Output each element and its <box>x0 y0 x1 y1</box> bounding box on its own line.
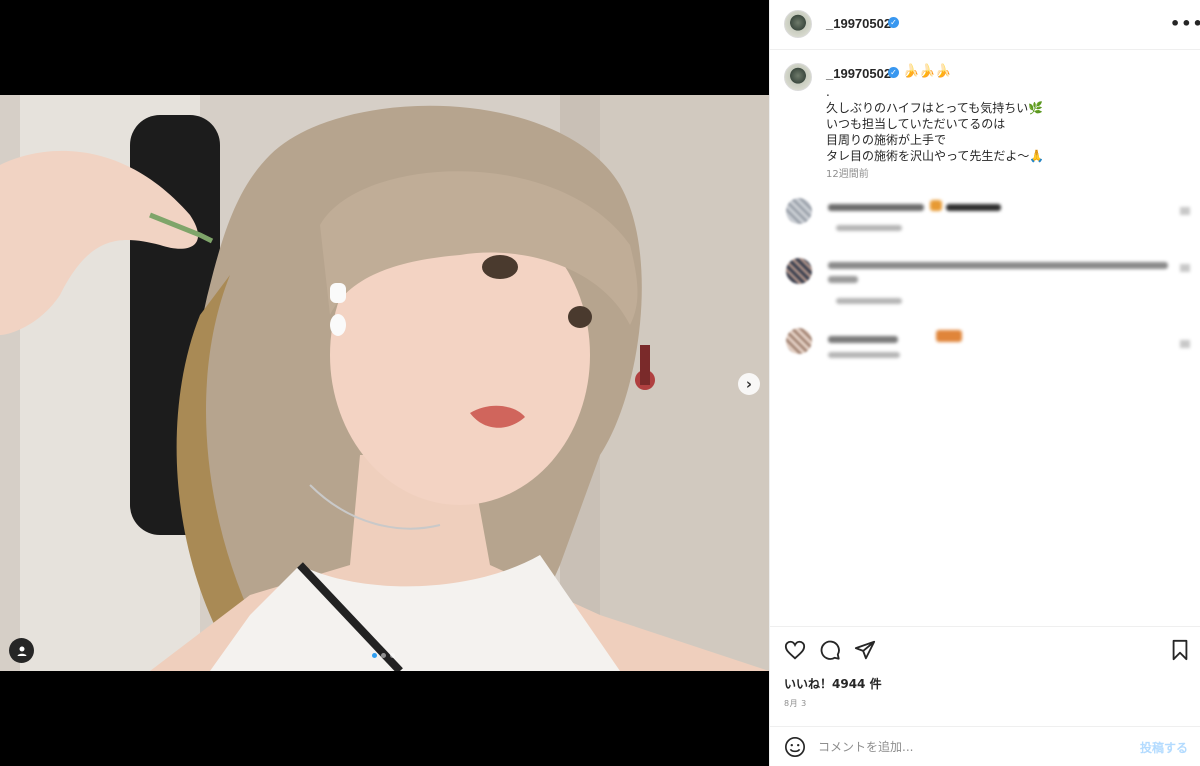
blurred-emoji <box>930 200 942 211</box>
carousel-dot <box>390 653 395 658</box>
blurred-comment-text <box>828 336 898 343</box>
posted-time: 12週間前 <box>826 169 869 180</box>
more-options-icon[interactable]: ••• <box>1170 14 1200 33</box>
carousel-next-button[interactable]: › <box>738 373 760 395</box>
paper-plane-icon[interactable] <box>854 639 876 661</box>
likes-count[interactable]: いいね！4944 件 <box>784 675 882 692</box>
chevron-right-icon: › <box>745 374 753 393</box>
post-date: 8月 3 <box>784 699 807 708</box>
blurred-comment-meta <box>828 352 900 358</box>
caption-author-username[interactable]: _19970502 <box>826 66 891 81</box>
post-media: › <box>0 0 769 766</box>
blurred-comment-meta <box>836 225 902 231</box>
comment-like-icon[interactable] <box>1180 340 1190 348</box>
tagged-users-button[interactable] <box>9 638 34 663</box>
smiley-icon[interactable] <box>784 736 806 758</box>
selfie-illustration <box>0 95 769 671</box>
blurred-comment-text <box>828 204 924 211</box>
comment-row <box>770 198 1200 248</box>
comment-row <box>770 258 1200 308</box>
comment-row <box>770 328 1200 378</box>
caption-author-avatar[interactable] <box>784 63 812 91</box>
blurred-comment-text <box>828 262 1168 269</box>
caption-line: いつも担当していただいてるのは <box>826 117 1006 131</box>
user-tag-icon <box>17 646 26 656</box>
bookmark-icon[interactable] <box>1170 639 1190 661</box>
caption-emoji: 🍌🍌🍌 <box>903 64 952 79</box>
caption-line: . <box>826 85 830 99</box>
carousel-dot <box>372 653 377 658</box>
carousel-dot <box>381 653 386 658</box>
carousel-indicator <box>372 653 395 658</box>
blurred-comment-text <box>946 204 1001 211</box>
blurred-emoji <box>936 330 962 342</box>
author-avatar[interactable] <box>784 10 812 38</box>
blurred-comment-text <box>828 276 858 283</box>
comment-like-icon[interactable] <box>1180 207 1190 215</box>
post-header: _19970502 ✓ ••• <box>770 0 1200 50</box>
post-comment-button[interactable]: 投稿する <box>1140 739 1188 756</box>
caption-line: タレ目の施術を沢山やって先生だよ〜🙏 <box>826 149 1045 163</box>
post-side-panel: _19970502 ✓ ••• _19970502 ✓ 🍌🍌🍌 . 久しぶりのハ… <box>769 0 1200 766</box>
comment-icon[interactable] <box>819 639 841 661</box>
post-photo[interactable] <box>0 95 769 671</box>
commenter-avatar[interactable] <box>786 198 812 224</box>
caption-text: . 久しぶりのハイフはとっても気持ちい🌿 いつも担当していただいてるのは 目周り… <box>826 84 1186 164</box>
post-actions: いいね！4944 件 8月 3 <box>770 626 1200 726</box>
author-username[interactable]: _19970502 <box>826 16 891 31</box>
caption-line: 目周りの施術が上手で <box>826 133 947 147</box>
comment-input[interactable] <box>818 737 1118 757</box>
verified-badge-icon: ✓ <box>888 67 899 78</box>
commenter-avatar[interactable] <box>786 258 812 284</box>
blurred-comment-meta <box>836 298 902 304</box>
commenter-avatar[interactable] <box>786 328 812 354</box>
comment-like-icon[interactable] <box>1180 264 1190 272</box>
heart-icon[interactable] <box>784 639 806 661</box>
verified-badge-icon: ✓ <box>888 17 899 28</box>
add-comment-bar: 投稿する <box>770 726 1200 766</box>
caption-line: 久しぶりのハイフはとっても気持ちい🌿 <box>826 101 1044 115</box>
